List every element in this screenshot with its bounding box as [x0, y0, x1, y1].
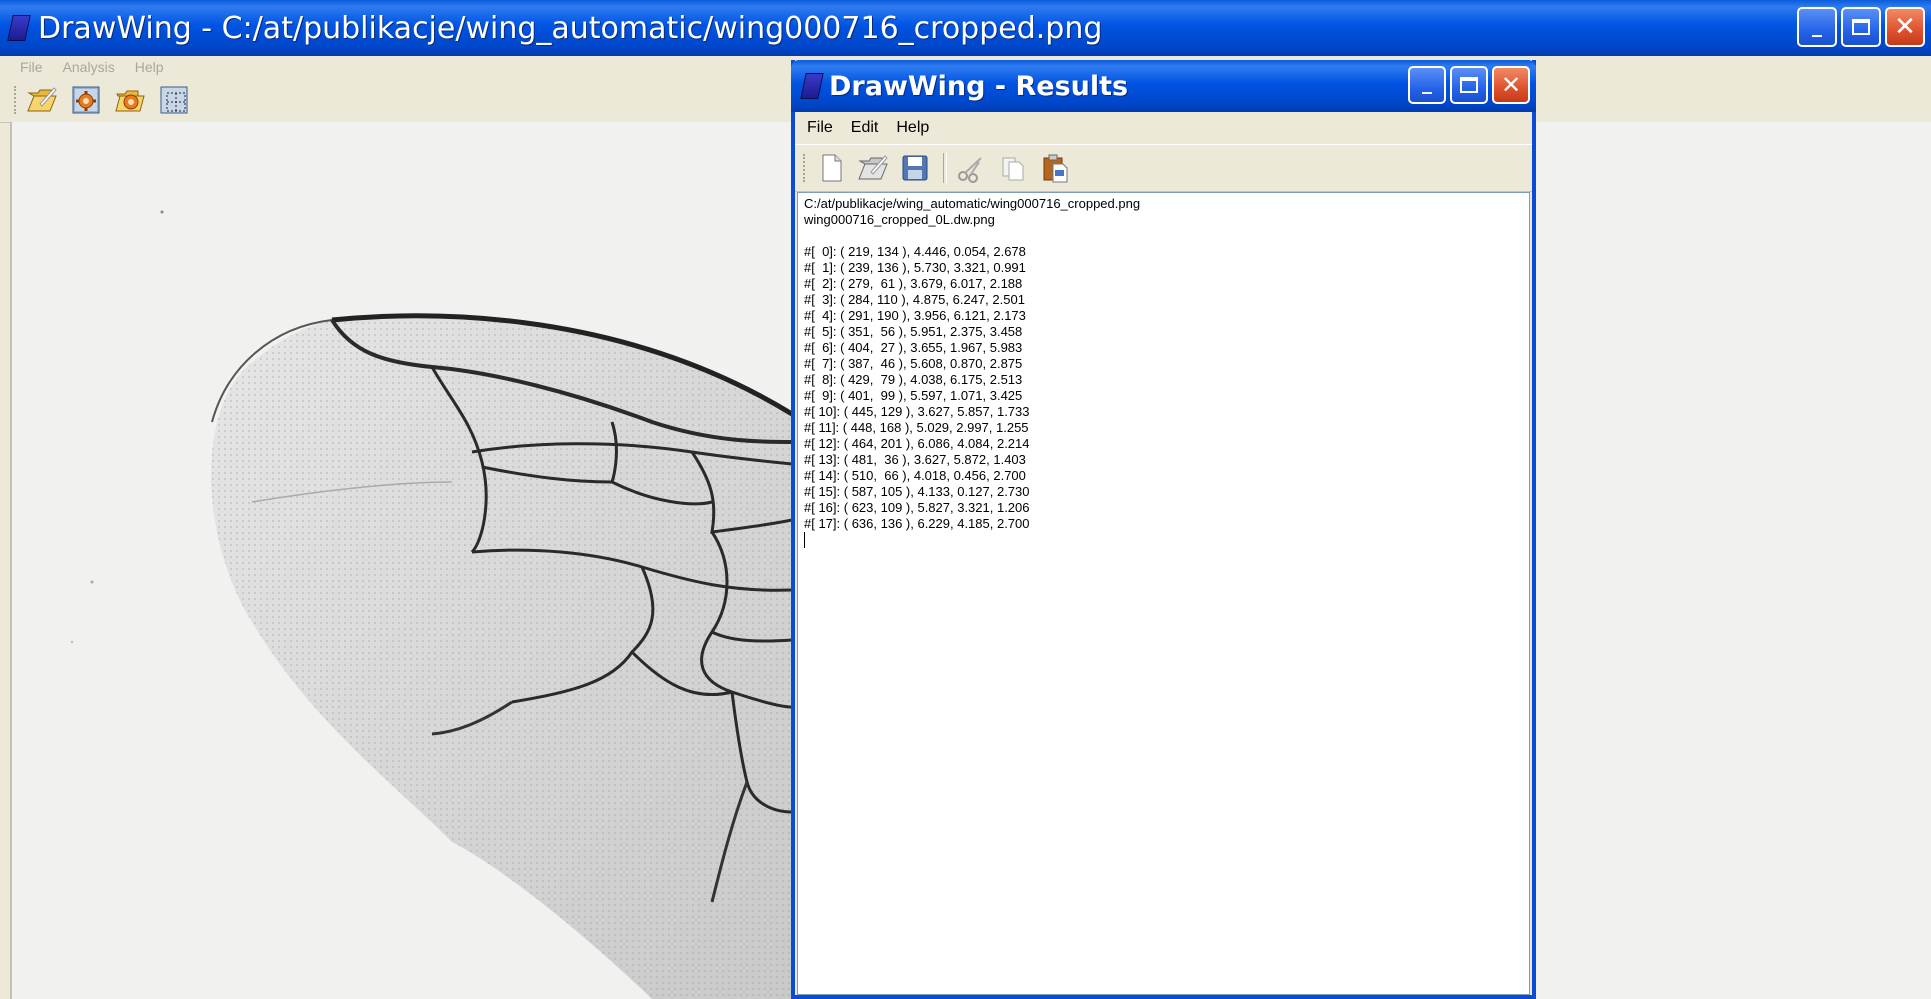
menu-help[interactable]: Help — [135, 59, 164, 75]
landmark-row: #[ 11]: ( 448, 168 ), 5.029, 2.997, 1.25… — [804, 420, 1029, 435]
landmark-row: #[ 8]: ( 429, 79 ), 4.038, 6.175, 2.513 — [804, 372, 1023, 387]
landmark-row: #[ 10]: ( 445, 129 ), 3.627, 5.857, 1.73… — [804, 404, 1030, 419]
gear-folder-icon[interactable] — [114, 84, 146, 116]
landmark-row: #[ 14]: ( 510, 66 ), 4.018, 0.456, 2.700 — [804, 468, 1026, 483]
toolbar-separator — [943, 153, 947, 183]
results-toolbar-grip[interactable] — [803, 154, 809, 182]
landmark-row: #[ 1]: ( 239, 136 ), 5.730, 3.321, 0.991 — [804, 260, 1026, 275]
results-close-button[interactable]: ✕ — [1492, 66, 1530, 104]
gear-icon[interactable] — [70, 84, 102, 116]
maximize-button[interactable] — [1841, 7, 1881, 47]
copy-icon[interactable] — [997, 152, 1029, 184]
results-window-title: DrawWing - Results — [829, 70, 1129, 102]
results-menu-edit[interactable]: Edit — [851, 119, 879, 137]
landmark-row: #[ 2]: ( 279, 61 ), 3.679, 6.017, 2.188 — [804, 276, 1023, 291]
main-titlebar[interactable]: DrawWing - C:/at/publikacje/wing_automat… — [0, 0, 1931, 56]
save-icon[interactable] — [899, 152, 931, 184]
results-titlebar[interactable]: DrawWing - Results _ ✕ — [791, 60, 1536, 112]
landmark-row: #[ 0]: ( 219, 134 ), 4.446, 0.054, 2.678 — [804, 244, 1026, 259]
close-button[interactable]: ✕ — [1885, 7, 1925, 47]
close-icon: ✕ — [1500, 71, 1522, 99]
results-window-controls: _ ✕ — [1408, 66, 1530, 104]
landmark-row: #[ 17]: ( 636, 136 ), 6.229, 4.185, 2.70… — [804, 516, 1030, 531]
landmark-row: #[ 16]: ( 623, 109 ), 5.827, 3.321, 1.20… — [804, 500, 1030, 515]
landmark-row: #[ 7]: ( 387, 46 ), 5.608, 0.870, 2.875 — [804, 356, 1023, 371]
results-window: DrawWing - Results _ ✕ File Edit Help C:… — [791, 60, 1536, 999]
source-path: C:/at/publikacje/wing_automatic/wing0007… — [804, 196, 1141, 211]
results-toolbar — [795, 144, 1532, 192]
landmark-row: #[ 5]: ( 351, 56 ), 5.951, 2.375, 3.458 — [804, 324, 1023, 339]
output-file: wing000716_cropped_0L.dw.png — [804, 212, 995, 227]
select-region-icon[interactable] — [158, 84, 190, 116]
paste-icon[interactable] — [1039, 152, 1071, 184]
results-minimize-button[interactable]: _ — [1408, 66, 1446, 104]
results-app-icon — [800, 73, 824, 99]
app-icon — [7, 15, 31, 41]
landmark-row: #[ 13]: ( 481, 36 ), 3.627, 5.872, 1.403 — [804, 452, 1026, 467]
results-menubar: File Edit Help — [795, 112, 1532, 144]
open-icon[interactable] — [26, 84, 58, 116]
main-window-controls: _ ✕ — [1797, 7, 1925, 47]
landmark-row: #[ 3]: ( 284, 110 ), 4.875, 6.247, 2.501 — [804, 292, 1025, 307]
landmark-row: #[ 4]: ( 291, 190 ), 3.956, 6.121, 2.173 — [804, 308, 1026, 323]
minimize-icon: _ — [1422, 70, 1432, 94]
results-maximize-button[interactable] — [1450, 66, 1488, 104]
menu-analysis[interactable]: Analysis — [63, 59, 115, 75]
maximize-icon — [1843, 9, 1879, 45]
results-text-area[interactable]: C:/at/publikacje/wing_automatic/wing0007… — [797, 192, 1530, 995]
text-caret — [804, 532, 805, 548]
results-menu-help[interactable]: Help — [896, 119, 929, 137]
main-window-title: DrawWing - C:/at/publikacje/wing_automat… — [38, 10, 1103, 46]
menu-file[interactable]: File — [20, 59, 43, 75]
new-file-icon[interactable] — [815, 152, 847, 184]
close-icon: ✕ — [1894, 12, 1916, 42]
toolbar-grip[interactable] — [14, 86, 20, 114]
landmark-row: #[ 12]: ( 464, 201 ), 6.086, 4.084, 2.21… — [804, 436, 1030, 451]
minimize-button[interactable]: _ — [1797, 7, 1837, 47]
minimize-icon: _ — [1812, 13, 1822, 37]
cut-icon[interactable] — [955, 152, 987, 184]
landmark-row: #[ 15]: ( 587, 105 ), 4.133, 0.127, 2.73… — [804, 484, 1030, 499]
results-menu-file[interactable]: File — [807, 119, 833, 137]
open-folder-icon[interactable] — [857, 152, 889, 184]
maximize-icon — [1452, 68, 1486, 102]
landmark-row: #[ 6]: ( 404, 27 ), 3.655, 1.967, 5.983 — [804, 340, 1023, 355]
landmark-row: #[ 9]: ( 401, 99 ), 5.597, 1.071, 3.425 — [804, 388, 1023, 403]
